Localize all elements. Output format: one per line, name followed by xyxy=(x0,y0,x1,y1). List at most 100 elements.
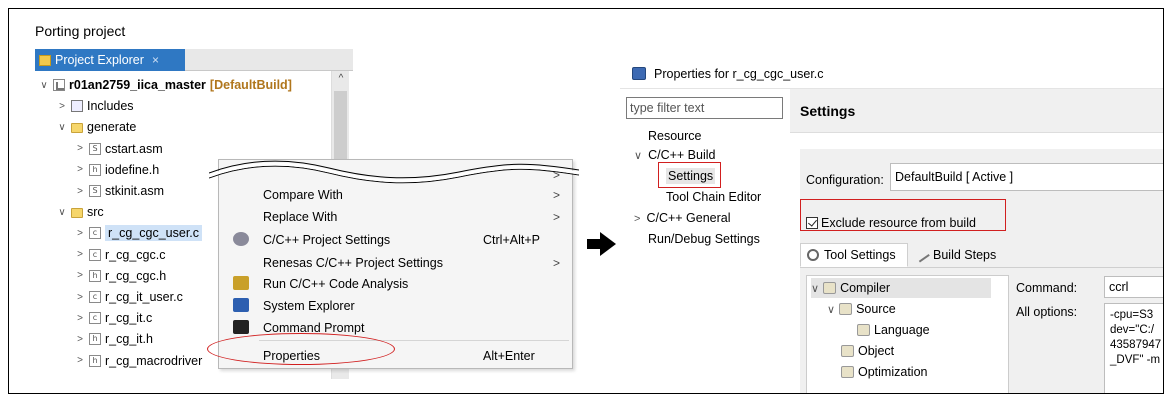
chevron-down-icon[interactable]: ∨ xyxy=(39,80,49,91)
tool-tree-item-label: Object xyxy=(858,344,895,358)
close-icon[interactable]: × xyxy=(152,53,159,67)
chevron-down-icon[interactable]: ∨ xyxy=(57,122,67,133)
folder-icon xyxy=(71,123,83,134)
tree-item-label: r_cg_cgc.c xyxy=(105,247,166,262)
tab-label: Project Explorer xyxy=(55,53,144,67)
chevron-down-icon[interactable]: ∨ xyxy=(827,303,835,316)
figure-title: Porting project xyxy=(35,23,126,39)
tree-item[interactable]: > h r_cg_macrodriver xyxy=(75,351,202,371)
chevron-right-icon[interactable]: > xyxy=(75,355,85,366)
tab-build-steps[interactable]: Build Steps xyxy=(910,243,1010,267)
settings-heading-bar: Settings xyxy=(790,89,1163,133)
tree-item[interactable]: > h r_cg_cgc.h xyxy=(75,266,166,286)
chevron-right-icon[interactable]: > xyxy=(634,213,640,225)
option-category-icon xyxy=(841,366,854,378)
command-label: Command: xyxy=(1016,281,1078,295)
tree-item[interactable]: ∨ src xyxy=(57,202,103,222)
c-file-icon: c xyxy=(89,291,101,303)
settings-heading: Settings xyxy=(800,103,856,119)
chevron-right-icon[interactable]: > xyxy=(75,249,85,260)
chevron-right-icon[interactable]: > xyxy=(75,228,85,239)
build-config-label: [DefaultBuild] xyxy=(209,78,292,92)
menu-shortcut: Alt+Enter xyxy=(483,348,535,363)
tool-tree-item[interactable]: ∨ Source xyxy=(827,299,896,319)
tree-item[interactable]: > c r_cg_cgc_user.c xyxy=(75,223,203,243)
tree-item[interactable]: ∨ generate xyxy=(57,117,136,137)
tree-item[interactable]: > h r_cg_it.h xyxy=(75,329,153,349)
submenu-arrow-icon: > xyxy=(553,209,561,224)
chevron-down-icon[interactable]: ∨ xyxy=(811,282,819,295)
tree-item[interactable]: > c r_cg_it_user.c xyxy=(75,287,183,307)
tool-tree-item[interactable]: ∨ Compiler xyxy=(811,278,991,298)
tool-tree-item-label: Optimization xyxy=(858,365,928,379)
tree-item-label: cstart.asm xyxy=(105,141,163,156)
menu-item-replace-with[interactable]: Replace With > xyxy=(219,206,572,227)
tool-tree-item-label: Compiler xyxy=(840,281,891,295)
chevron-down-icon[interactable]: ∨ xyxy=(634,150,642,162)
chevron-down-icon[interactable]: ∨ xyxy=(57,207,67,218)
option-category-icon xyxy=(839,303,853,315)
menu-item-label: System Explorer xyxy=(263,298,355,313)
tree-item-label: r01an2759_iica_master xyxy=(69,78,206,92)
all-options-box[interactable]: -cpu=S3 dev="C:/ 43587947 _DVF" -m xyxy=(1104,303,1163,393)
tree-item[interactable]: > c r_cg_it.c xyxy=(75,308,152,328)
tree-item-label: r_cg_it.h xyxy=(105,332,153,347)
dialog-titlebar: Properties for r_cg_cgc_user.c xyxy=(620,49,1163,89)
chevron-right-icon[interactable]: > xyxy=(75,164,85,175)
configuration-select[interactable]: DefaultBuild [ Active ] xyxy=(890,163,1163,191)
nav-item-resource[interactable]: Resource xyxy=(648,129,702,143)
chevron-right-icon[interactable]: > xyxy=(75,186,85,197)
c-file-icon: c xyxy=(89,248,101,261)
c-file-icon: c xyxy=(89,227,101,240)
chevron-right-icon[interactable]: > xyxy=(75,313,85,324)
properties-highlight-oval xyxy=(207,333,395,365)
chevron-right-icon[interactable]: > xyxy=(75,292,85,303)
menu-item-renesas-c-c-project-settings[interactable]: Renesas C/C++ Project Settings > xyxy=(219,252,572,273)
menu-item-label: C/C++ Project Settings xyxy=(263,232,391,247)
tree-item-label: generate xyxy=(87,120,137,135)
configuration-label: Configuration: xyxy=(806,173,884,187)
menu-item-run-c-c-code-analysis[interactable]: Run C/C++ Code Analysis xyxy=(219,273,572,294)
c-file-icon: c xyxy=(89,312,101,325)
chevron-right-icon[interactable]: > xyxy=(75,270,85,281)
exclude-highlight-box xyxy=(800,199,1006,231)
tab-tool-settings-label: Tool Settings xyxy=(824,248,896,262)
chevron-right-icon[interactable]: > xyxy=(75,334,85,345)
nav-item-c-c-build[interactable]: ∨ C/C++ Build xyxy=(634,148,715,162)
command-prompt-icon xyxy=(233,320,249,334)
tool-tree-item-label: Source xyxy=(856,302,896,316)
tree-item[interactable]: > Sstkinit.asm xyxy=(75,181,164,201)
figure-frame: Porting project Project Explorer × ∨ r01a… xyxy=(8,8,1164,394)
tab-project-explorer[interactable]: Project Explorer × xyxy=(35,49,185,71)
header-file-icon: h xyxy=(89,333,101,346)
menu-item-system-explorer[interactable]: System Explorer xyxy=(219,295,572,316)
filter-input[interactable]: type filter text xyxy=(626,97,783,119)
tool-tree-item[interactable]: Language xyxy=(843,320,930,340)
nav-item-run-debug-settings[interactable]: Run/Debug Settings xyxy=(648,232,760,246)
command-input[interactable]: ccrl xyxy=(1104,276,1163,298)
folder-icon xyxy=(71,208,83,219)
submenu-arrow-icon: > xyxy=(553,187,561,202)
tool-tree-item[interactable]: Object xyxy=(827,341,894,361)
header-file-icon: h xyxy=(89,163,101,176)
project-explorer-tabbar: Project Explorer × xyxy=(35,49,353,71)
header-file-icon: h xyxy=(89,269,101,282)
nav-item-c-c-general[interactable]: > C/C++ General xyxy=(634,211,731,225)
nav-item-tool-chain-editor[interactable]: Tool Chain Editor xyxy=(666,190,761,204)
tree-item[interactable]: > c r_cg_cgc.c xyxy=(75,245,165,265)
menu-item-compare-with[interactable]: Compare With > xyxy=(219,184,572,205)
menu-item-label: Replace With xyxy=(263,209,338,224)
tree-item[interactable]: > Scstart.asm xyxy=(75,139,163,159)
tree-item[interactable]: ∨ r01an2759_iica_master [DefaultBuild] xyxy=(39,75,292,95)
menu-item-c-c-project-settings[interactable]: C/C++ Project Settings Ctrl+Alt+P xyxy=(219,229,572,250)
all-options-line: 43587947 xyxy=(1110,339,1162,351)
chevron-right-icon[interactable]: > xyxy=(57,101,67,112)
tree-item[interactable]: > Includes xyxy=(57,96,133,116)
gear-icon xyxy=(807,249,819,261)
nav-item-label: Resource xyxy=(648,129,702,143)
tab-tool-settings[interactable]: Tool Settings xyxy=(800,243,908,267)
tree-item[interactable]: > h iodefine.h xyxy=(75,160,159,180)
scroll-up-icon[interactable]: ^ xyxy=(332,73,350,84)
tool-tree-item[interactable]: Optimization xyxy=(827,362,927,382)
chevron-right-icon[interactable]: > xyxy=(75,143,85,154)
